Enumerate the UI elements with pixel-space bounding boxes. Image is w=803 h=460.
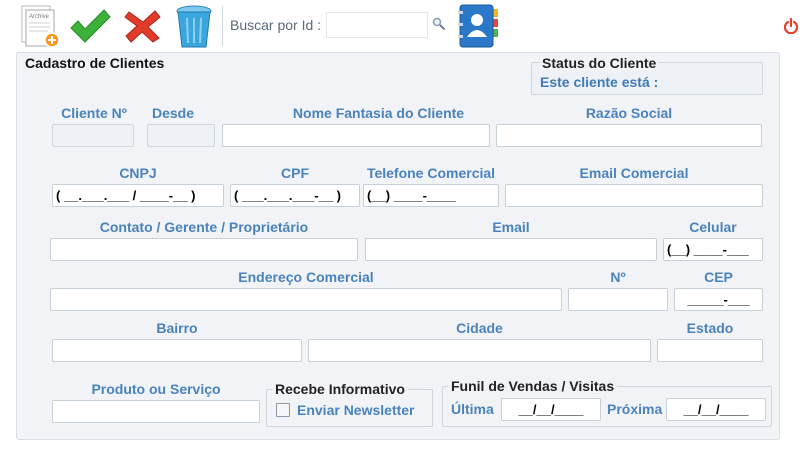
- label-telefone: Telefone Comercial: [366, 165, 496, 181]
- label-cnpj: CNPJ: [119, 165, 157, 181]
- produto-input[interactable]: [52, 400, 260, 423]
- label-cliente-no: Cliente Nº: [61, 105, 127, 121]
- new-document-icon[interactable]: Archive: [18, 4, 62, 48]
- label-cpf: CPF: [281, 165, 309, 181]
- email-comercial-input[interactable]: [505, 184, 763, 207]
- status-title: Status do Cliente: [540, 55, 659, 71]
- estado-input[interactable]: [657, 339, 763, 362]
- endereco-input[interactable]: [50, 288, 562, 311]
- label-email: Email: [492, 219, 530, 235]
- cidade-input[interactable]: [308, 339, 651, 362]
- ultima-label: Última: [451, 401, 494, 417]
- newsletter-checkbox[interactable]: [276, 403, 290, 417]
- email-input[interactable]: [365, 238, 657, 261]
- label-nome-fantasia: Nome Fantasia do Cliente: [292, 105, 465, 121]
- newsletter-label[interactable]: Enviar Newsletter: [297, 402, 415, 418]
- cep-input[interactable]: _____-___: [674, 288, 763, 311]
- razao-social-input[interactable]: [496, 124, 762, 147]
- status-text: Este cliente está :: [540, 74, 659, 90]
- contacts-book-icon[interactable]: [456, 3, 500, 49]
- toolbar: Archive Buscar por Id :: [0, 0, 803, 52]
- label-endereco: Endereço Comercial: [238, 269, 374, 285]
- telefone-input[interactable]: (__) ____-____: [363, 184, 499, 207]
- label-produto: Produto ou Serviço: [91, 381, 221, 397]
- search-label: Buscar por Id :: [230, 17, 322, 33]
- trash-icon[interactable]: [174, 2, 214, 50]
- bairro-input[interactable]: [52, 339, 302, 362]
- form-title: Cadastro de Clientes: [25, 55, 165, 71]
- label-razao-social: Razão Social: [585, 105, 673, 121]
- desde-field: [147, 124, 215, 147]
- nome-fantasia-input[interactable]: [222, 124, 490, 147]
- search-icon[interactable]: [432, 17, 446, 31]
- label-numero: Nº: [610, 269, 626, 285]
- cnpj-input[interactable]: ( __.___.___ / ____-__ ): [52, 184, 224, 207]
- toolbar-separator: [222, 6, 223, 46]
- contato-input[interactable]: [50, 238, 358, 261]
- label-cidade: Cidade: [456, 320, 503, 336]
- ultima-date-input[interactable]: __/__/____: [501, 398, 601, 421]
- cpf-input[interactable]: ( ___.___.___-__ ): [230, 184, 360, 207]
- celular-input[interactable]: (__) ____-___: [663, 238, 763, 261]
- cliente-no-field: [52, 124, 134, 147]
- informativo-title: Recebe Informativo: [272, 381, 408, 397]
- save-check-icon[interactable]: [68, 6, 112, 46]
- label-desde: Desde: [151, 105, 195, 121]
- cancel-x-icon[interactable]: [123, 8, 163, 44]
- label-cep: CEP: [704, 269, 733, 285]
- power-icon[interactable]: [783, 17, 799, 35]
- label-contato: Contato / Gerente / Proprietário: [99, 219, 309, 235]
- label-email-comercial: Email Comercial: [579, 165, 689, 181]
- label-celular: Celular: [689, 219, 737, 235]
- funil-title: Funil de Vendas / Visitas: [448, 378, 618, 394]
- proxima-label: Próxima: [607, 401, 663, 417]
- label-bairro: Bairro: [156, 320, 198, 336]
- proxima-date-input[interactable]: __/__/____: [666, 398, 766, 421]
- label-estado: Estado: [686, 320, 734, 336]
- numero-input[interactable]: [568, 288, 668, 311]
- new-document-text: Archive: [29, 14, 50, 20]
- search-input[interactable]: [326, 12, 428, 38]
